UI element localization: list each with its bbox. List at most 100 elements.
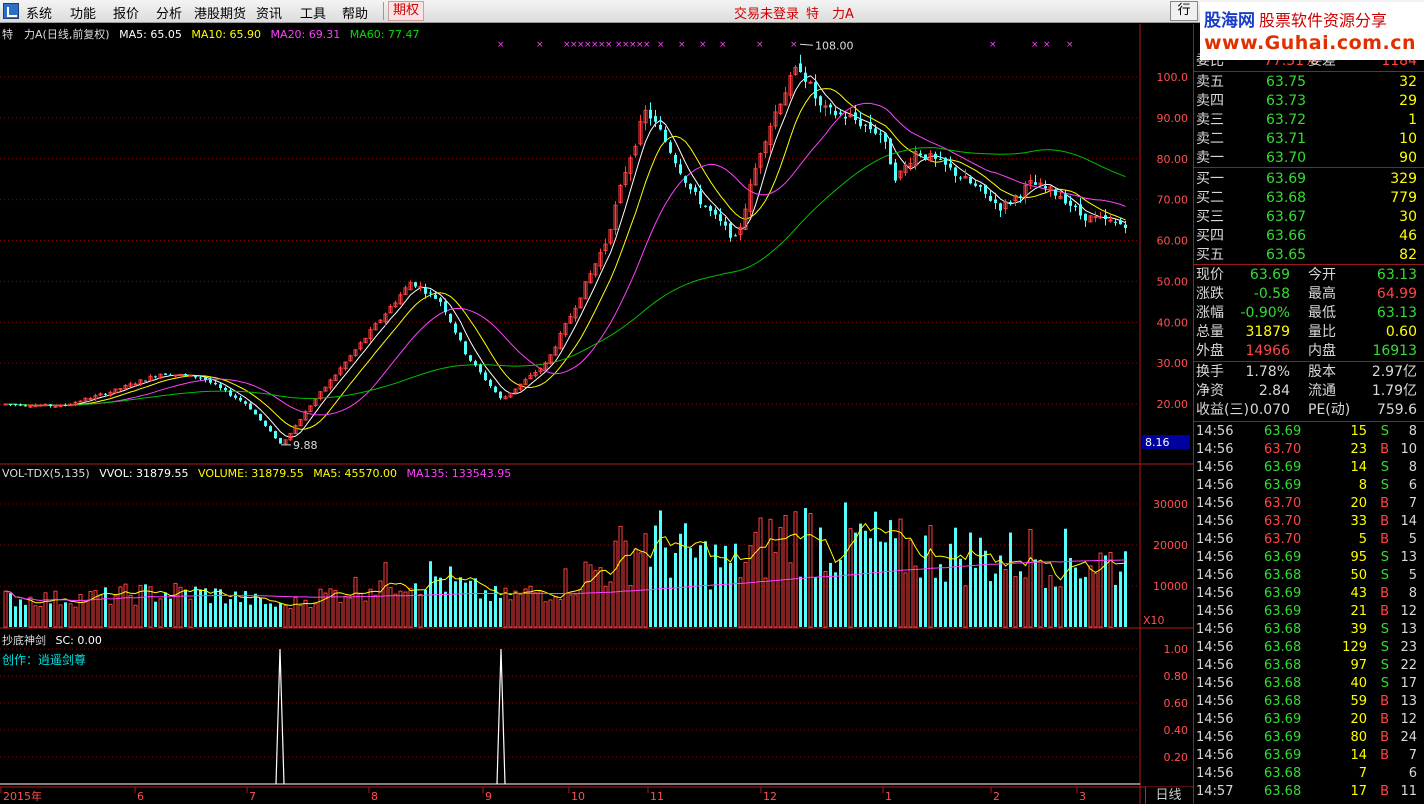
trade-button[interactable]: 行 [1170, 1, 1198, 21]
tick-row[interactable]: 14:56 63.68 59 B 13 [1194, 693, 1424, 711]
candle-body-down [679, 164, 682, 174]
candle-body-down [969, 177, 972, 184]
price-tick-label: 40.00 [1157, 316, 1189, 329]
menu-hk-futures[interactable]: 港股期货 [194, 3, 246, 22]
tick-row[interactable]: 14:57 63.68 17 B 11 [1194, 783, 1424, 801]
tick-row[interactable]: 14:56 63.69 20 B 12 [1194, 711, 1424, 729]
menu-separator [383, 2, 384, 20]
tick-row[interactable]: 14:56 63.70 33 B 14 [1194, 513, 1424, 531]
menu-analysis[interactable]: 分析 [156, 3, 182, 22]
candle-body-down [1069, 200, 1072, 206]
login-status[interactable]: 交易未登录 [734, 3, 799, 22]
tick-row[interactable]: 14:56 63.69 14 B 7 [1194, 747, 1424, 765]
volume-bar-up [83, 601, 88, 628]
tick-count: 8 [1408, 424, 1417, 439]
tick-row[interactable]: 14:56 63.69 80 B 24 [1194, 729, 1424, 747]
candle-body-down [994, 199, 997, 203]
tick-volume: 20 [1350, 712, 1367, 727]
volume-bar-up [788, 562, 793, 628]
volume-bar-down [649, 566, 652, 627]
tick-time: 14:56 [1196, 640, 1234, 655]
candle-body-down [884, 133, 887, 142]
candle-body-down [734, 235, 737, 237]
tick-side: S [1380, 568, 1389, 583]
ask-label: 卖四 [1196, 93, 1224, 109]
volume-bar-up [1013, 576, 1018, 628]
candle-body-down [979, 185, 982, 187]
tick-row[interactable]: 14:56 63.68 129 S 23 [1194, 639, 1424, 657]
volume-bar-up [338, 602, 343, 628]
quote-value: 31879 [1245, 324, 1290, 340]
tick-row[interactable]: 14:56 63.68 40 S 17 [1194, 675, 1424, 693]
volume-bar-up [758, 517, 763, 628]
menu-tools[interactable]: 工具 [300, 3, 326, 22]
menu-news[interactable]: 资讯 [256, 3, 282, 22]
tick-volume: 7 [1358, 766, 1367, 781]
ma10-value: MA10: 65.90 [191, 28, 262, 41]
candle-body-down [959, 177, 962, 179]
candle-body-down [249, 403, 252, 410]
volume-bar-down [869, 538, 872, 627]
signal-marker: × [1031, 40, 1039, 50]
signal-marker: × [497, 40, 505, 50]
volume-bar-up [173, 582, 178, 628]
indicator-sc-value: SC: 0.00 [55, 634, 102, 647]
candle-body-up [418, 285, 423, 288]
volume-bar-down [859, 523, 862, 627]
kline-chart-area[interactable]: 100.0 90.00 80.00 70.00 60.00 50.00 40.00 30.00… [0, 24, 1193, 804]
volume-bar-down [679, 533, 682, 627]
tick-row[interactable]: 14:56 63.69 15 S 8 [1194, 423, 1424, 441]
menu-function[interactable]: 功能 [70, 3, 96, 22]
candle-body-down [919, 153, 922, 156]
menu-help[interactable]: 帮助 [342, 3, 368, 22]
candle-body-down [269, 426, 272, 432]
tick-row[interactable]: 14:56 63.69 8 S 6 [1194, 477, 1424, 495]
ask-row: 卖五 63.75 32 [1194, 73, 1424, 92]
tick-row[interactable]: 14:56 63.70 20 B 7 [1194, 495, 1424, 513]
signal-marker: × [605, 40, 613, 50]
candle-body-down [934, 153, 937, 159]
tick-count: 8 [1408, 586, 1417, 601]
ma5-line [5, 75, 1126, 438]
tick-side: S [1380, 478, 1389, 493]
tick-volume: 14 [1350, 460, 1367, 475]
tick-side: S [1380, 640, 1389, 655]
menu-system[interactable]: 系统 [26, 3, 52, 22]
tick-row[interactable]: 14:56 63.68 39 S 13 [1194, 621, 1424, 639]
candle-body-down [804, 72, 807, 82]
candle-body-down [1009, 202, 1012, 204]
menu-quote[interactable]: 报价 [113, 3, 139, 22]
volume-bar-down [19, 599, 22, 627]
tick-side: S [1380, 622, 1389, 637]
fundamental-row: 收益(三) 0.070 PE(动) 759.6 [1194, 401, 1424, 420]
tick-row[interactable]: 14:56 63.68 50 S 5 [1194, 567, 1424, 585]
tick-row[interactable]: 14:56 63.68 97 S 22 [1194, 657, 1424, 675]
tick-row[interactable]: 14:56 63.69 21 B 12 [1194, 603, 1424, 621]
moving-average-lines [5, 75, 1126, 438]
candle-body-down [154, 376, 157, 378]
x-axis-label: 11 [650, 790, 664, 803]
tick-row[interactable]: 14:56 63.69 95 S 13 [1194, 549, 1424, 567]
price-tick-label: 20.00 [1157, 398, 1189, 411]
tick-row[interactable]: 14:56 63.70 23 B 10 [1194, 441, 1424, 459]
menu-options[interactable]: 期权 [388, 1, 425, 21]
tick-volume: 8 [1358, 478, 1367, 493]
tick-row[interactable]: 14:56 63.70 5 B 5 [1194, 531, 1424, 549]
quote-value: -0.90% [1240, 305, 1290, 321]
candle-body-up [1093, 216, 1098, 219]
candle-body-down [1084, 213, 1087, 221]
tick-row[interactable]: 14:56 63.68 7 6 [1194, 765, 1424, 783]
volume-bar-down [949, 543, 952, 627]
divider [1194, 71, 1424, 72]
candle-body-up [178, 373, 183, 376]
tick-row[interactable]: 14:56 63.69 14 S 8 [1194, 459, 1424, 477]
candle-body-down [844, 116, 847, 119]
tick-side: B [1380, 712, 1389, 727]
quote-row: 外盘 14966 内盘 16913 [1194, 342, 1424, 361]
fundamental-value: 2.84 [1258, 383, 1290, 399]
tick-row[interactable]: 14:56 63.69 43 B 8 [1194, 585, 1424, 603]
candle-body-down [1019, 196, 1022, 198]
volume-bar-down [864, 530, 867, 627]
period-selector[interactable]: 日线 [1145, 787, 1191, 804]
quote-value: 63.13 [1376, 267, 1417, 283]
